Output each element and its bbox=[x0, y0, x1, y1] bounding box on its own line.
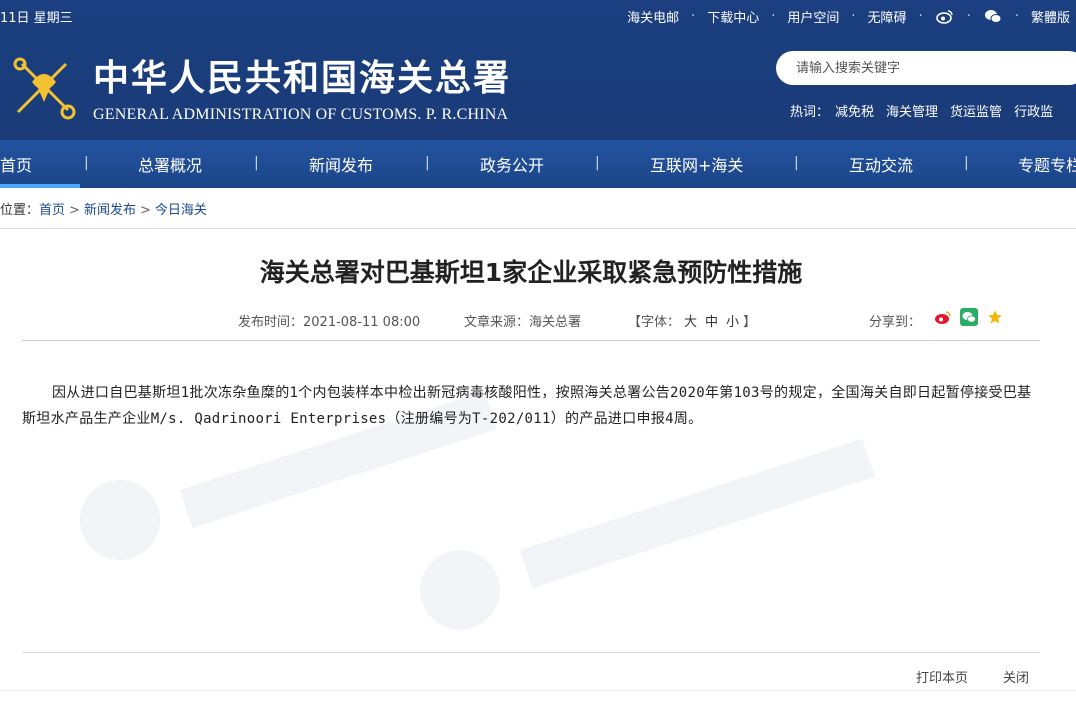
font-medium-button[interactable]: 中 bbox=[705, 315, 718, 330]
nav-item-government-affairs[interactable]: 政务公开 bbox=[480, 152, 544, 176]
article-title: 海关总署对巴基斯坦1家企业采取紧急预防性措施 bbox=[259, 258, 803, 287]
breadcrumb-today-customs[interactable]: 今日海关 bbox=[155, 203, 207, 218]
nav-active-indicator bbox=[0, 184, 80, 188]
top-links: 海关电邮 · 下载中心 · 用户空间 · 无障碍 · · · 繁體版 bbox=[627, 7, 1070, 26]
traditional-chinese-link[interactable]: 繁體版 bbox=[1031, 7, 1070, 26]
hot-word-link[interactable]: 减免税 bbox=[835, 105, 874, 120]
breadcrumb-home[interactable]: 首页 bbox=[39, 203, 65, 218]
email-link[interactable]: 海关电邮 bbox=[627, 7, 679, 26]
divider bbox=[0, 690, 1076, 691]
weibo-share-icon[interactable] bbox=[934, 308, 952, 326]
top-bar: 11日 星期三 海关电邮 · 下载中心 · 用户空间 · 无障碍 · · · 繁… bbox=[0, 0, 1076, 32]
hot-words-label: 热词： bbox=[790, 105, 830, 120]
user-space-link[interactable]: 用户空间 bbox=[787, 7, 839, 26]
nav-item-interaction[interactable]: 互动交流 bbox=[849, 152, 913, 176]
font-small-button[interactable]: 小 bbox=[726, 315, 739, 330]
download-center-link[interactable]: 下载中心 bbox=[707, 7, 759, 26]
hot-word-link[interactable]: 行政监 bbox=[1014, 105, 1053, 120]
wechat-share-icon[interactable] bbox=[960, 308, 978, 326]
article-body: 因从进口自巴基斯坦1批次冻杂鱼糜的1个内包装样本中检出新冠病毒核酸阳性，按照海关… bbox=[22, 385, 1032, 427]
nav-item-news[interactable]: 新闻发布 bbox=[309, 152, 373, 176]
article-source: 文章来源：海关总署 bbox=[464, 315, 582, 330]
customs-emblem-icon[interactable] bbox=[8, 52, 80, 122]
hot-word-link[interactable]: 货运监管 bbox=[950, 105, 1002, 120]
breadcrumb: 位置：首页 > 新闻发布 > 今日海关 bbox=[0, 203, 207, 218]
search-input[interactable] bbox=[796, 51, 1056, 85]
search-box bbox=[776, 51, 1076, 85]
publish-time: 发布时间：2021-08-11 08:00 bbox=[238, 315, 421, 330]
current-date: 11日 星期三 bbox=[0, 11, 73, 26]
nav-item-special-topics[interactable]: 专题专栏 bbox=[1018, 152, 1076, 176]
star-icon[interactable] bbox=[986, 308, 1004, 326]
nav-item-internet-customs[interactable]: 互联网+海关 bbox=[650, 152, 743, 176]
site-title-cn[interactable]: 中华人民共和国海关总署 bbox=[93, 49, 511, 101]
breadcrumb-prefix: 位置： bbox=[0, 203, 40, 218]
breadcrumb-news[interactable]: 新闻发布 bbox=[84, 203, 136, 218]
accessibility-link[interactable]: 无障碍 bbox=[868, 7, 907, 26]
share-icons bbox=[934, 308, 1004, 326]
font-size-selector: 【字体：大中小】 bbox=[628, 315, 757, 330]
divider bbox=[0, 228, 1076, 229]
hot-word-link[interactable]: 海关管理 bbox=[886, 105, 938, 120]
main-nav: 首页 | 总署概况 | 新闻发布 | 政务公开 | 互联网+海关 | 互动交流 … bbox=[0, 140, 1076, 188]
site-header: 11日 星期三 海关电邮 · 下载中心 · 用户空间 · 无障碍 · · · 繁… bbox=[0, 0, 1076, 188]
wechat-icon[interactable] bbox=[983, 9, 1003, 25]
divider bbox=[22, 652, 1040, 653]
font-large-button[interactable]: 大 bbox=[684, 315, 697, 330]
nav-item-overview[interactable]: 总署概况 bbox=[138, 152, 202, 176]
divider bbox=[22, 340, 1040, 341]
print-page-link[interactable]: 打印本页 bbox=[916, 667, 968, 686]
close-link[interactable]: 关闭 bbox=[1003, 667, 1029, 686]
nav-item-home[interactable]: 首页 bbox=[0, 152, 32, 176]
site-title-en: GENERAL ADMINISTRATION OF CUSTOMS. P. R.… bbox=[93, 106, 509, 123]
hot-words: 热词： 减免税 海关管理 货运监管 行政监 bbox=[790, 101, 1065, 120]
weibo-icon[interactable] bbox=[935, 9, 955, 25]
share-label: 分享到： bbox=[869, 315, 922, 330]
